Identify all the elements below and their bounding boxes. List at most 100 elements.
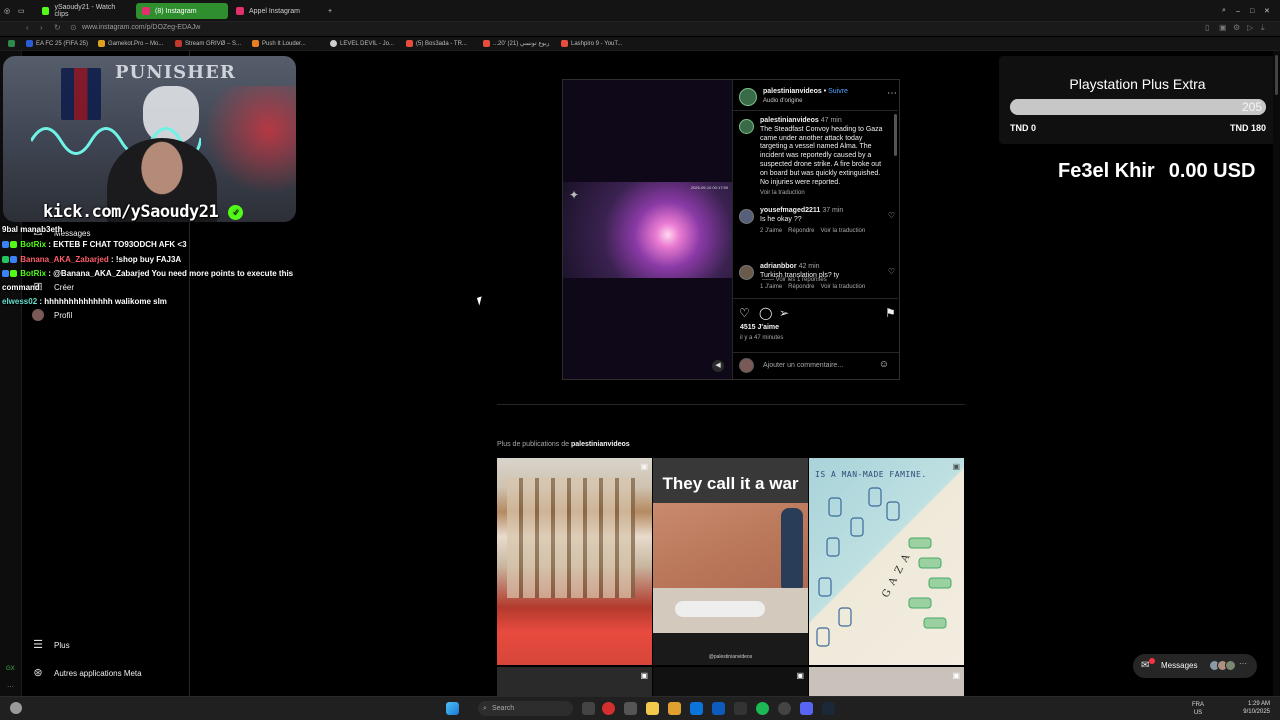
discord-icon[interactable] bbox=[800, 702, 813, 715]
bookmark-item[interactable]: Lashpiro 9 - YouT... bbox=[561, 40, 622, 47]
chat-line: BotRix : @Banana_AKA_Zabarjed You need m… bbox=[2, 269, 293, 278]
comments-list[interactable]: palestinianvideos 47 min The Steadfast Co… bbox=[733, 110, 898, 299]
boats-illustration bbox=[816, 487, 952, 647]
maximize-icon[interactable]: □ bbox=[1250, 3, 1260, 19]
chat-line: elwess02 : hhhhhhhhhhhhhh walikome slm bbox=[2, 297, 167, 306]
save-icon[interactable]: ⚑ bbox=[885, 306, 896, 320]
folder-icon[interactable] bbox=[668, 702, 681, 715]
chat-line: BotRix : EKTEB F CHAT TO93ODCH AFK <3 bbox=[2, 240, 187, 249]
windows-start-icon[interactable] bbox=[446, 702, 459, 715]
comment-input[interactable]: Ajouter un commentaire... bbox=[763, 362, 843, 369]
bookmark-icon[interactable]: ▯ bbox=[1205, 23, 1209, 32]
bookmark-item[interactable]: ...20' ربوع تونسي (21) bbox=[483, 40, 550, 47]
post-side-panel: palestinianvideos • Suivre Audio d'origi… bbox=[732, 80, 899, 379]
widgets-icon[interactable] bbox=[10, 702, 22, 714]
follow-button[interactable]: Suivre bbox=[828, 88, 848, 95]
forward-icon[interactable]: › bbox=[40, 23, 43, 32]
post-video[interactable]: 2025-09-10 00:17:59 ✦ bbox=[563, 80, 732, 379]
more-icon[interactable]: ⋯ bbox=[7, 683, 14, 691]
avatar[interactable] bbox=[739, 265, 754, 280]
translate-link[interactable]: Voir la traduction bbox=[760, 190, 805, 196]
goal-min-label: TND 0 bbox=[1010, 123, 1037, 133]
app-icon[interactable] bbox=[778, 702, 791, 715]
like-comment-icon[interactable]: ♡ bbox=[888, 267, 895, 277]
download-icon[interactable]: ⤓ bbox=[1261, 23, 1265, 33]
task-view-icon[interactable] bbox=[582, 702, 595, 715]
system-clock[interactable]: 1:29 AM 9/10/2025 bbox=[1243, 700, 1270, 716]
post-thumbnail[interactable]: ▣ bbox=[653, 667, 808, 696]
meta-apps-icon: ⊛ bbox=[33, 667, 43, 679]
reload-icon[interactable]: ↻ bbox=[54, 23, 61, 32]
share-icon[interactable]: ➢ bbox=[779, 306, 789, 320]
new-tab-button[interactable]: + bbox=[326, 3, 338, 19]
tab-kick[interactable]: ySaoudy21 - Watch clips bbox=[36, 3, 132, 19]
avatar[interactable] bbox=[739, 88, 757, 106]
post-thumbnail[interactable]: They call it a war @palestinianvideos bbox=[653, 458, 808, 665]
gx-icon[interactable]: GX bbox=[6, 666, 15, 672]
tab-instagram-call[interactable]: Appel Instagram bbox=[230, 3, 322, 19]
donor-amount: 0.00 USD bbox=[1168, 160, 1256, 182]
extensions-icon[interactable]: ▣ bbox=[1219, 23, 1227, 32]
post-thumbnail[interactable]: ▣ bbox=[497, 667, 652, 696]
heart-icon[interactable]: ♡ bbox=[739, 306, 750, 320]
chat-line: 9bal manab3eth bbox=[2, 225, 63, 234]
settings-app-icon[interactable] bbox=[624, 702, 637, 715]
comment-icon[interactable]: ◯ bbox=[759, 306, 772, 320]
scrollbar[interactable] bbox=[894, 114, 897, 156]
page-scrollbar[interactable] bbox=[1273, 51, 1280, 696]
likes-count[interactable]: 4515 J'aime bbox=[740, 324, 779, 331]
browser-menu-icon[interactable]: ◎ bbox=[4, 3, 14, 19]
language-indicator[interactable]: FRA US bbox=[1192, 701, 1204, 717]
site-info-icon[interactable]: ⊙ bbox=[70, 23, 77, 32]
post-thumbnail[interactable]: ▣ bbox=[809, 667, 964, 696]
app-icon[interactable] bbox=[734, 702, 747, 715]
reel-icon: ▣ bbox=[952, 462, 960, 471]
goal-max-label: TND 180 bbox=[1229, 123, 1266, 133]
bot-badge-icon bbox=[2, 241, 9, 248]
search-icon[interactable]: ⌕ bbox=[1222, 3, 1232, 19]
sidebar-item-profile[interactable]: Profil bbox=[32, 309, 72, 321]
bookmark-item[interactable]: EA FC 25 (FIFA 25) bbox=[26, 40, 88, 47]
post-actions: ♡ ◯ ➢ ⚑ bbox=[739, 306, 897, 320]
steam-icon[interactable] bbox=[822, 702, 835, 715]
opera-gx-icon[interactable] bbox=[602, 702, 615, 715]
minimize-icon[interactable]: – bbox=[1236, 3, 1246, 19]
post-thumbnail[interactable]: IS A MAN-MADE FAMINE. GAZA ▣ bbox=[809, 458, 964, 665]
bookmark-item[interactable]: Stream GRIVØ – S... bbox=[175, 40, 241, 47]
more-options-icon[interactable]: ⋯ bbox=[887, 88, 897, 99]
outlook-icon[interactable] bbox=[712, 702, 725, 715]
bookmark-item[interactable]: LEVEL DEVIL - Jo... bbox=[330, 40, 394, 47]
instagram-icon bbox=[236, 7, 244, 15]
verified-badge-icon bbox=[10, 270, 17, 277]
spotify-icon[interactable] bbox=[756, 702, 769, 715]
bookmark-extension-icon[interactable] bbox=[8, 40, 15, 47]
post-age: il y a 47 minutes bbox=[740, 335, 784, 341]
bookmark-item[interactable]: Push It Louder... bbox=[252, 40, 306, 47]
avatar[interactable] bbox=[739, 119, 754, 134]
mute-icon[interactable]: ◀ bbox=[712, 360, 724, 372]
taskbar-search[interactable]: ⌕ Search bbox=[478, 701, 573, 716]
audio-label[interactable]: Audio d'origine bbox=[763, 98, 803, 104]
close-icon[interactable]: ✕ bbox=[1264, 3, 1274, 19]
post-username[interactable]: palestinianvideos • Suivre bbox=[763, 88, 848, 95]
bookmark-item[interactable]: Gamekot.Pro – Mo... bbox=[98, 40, 163, 47]
messages-pill[interactable]: ✉ Messages ⋯ bbox=[1133, 654, 1257, 678]
hamburger-icon: ☰ bbox=[33, 639, 43, 651]
sidebar-item-meta-apps[interactable]: ⊛ Autres applications Meta bbox=[32, 667, 141, 679]
post-thumbnail[interactable]: ▣ bbox=[497, 458, 652, 665]
url-field[interactable]: www.instagram.com/p/DOZeg-EDAJw bbox=[82, 24, 200, 31]
bookmark-item[interactable]: (5) Bos3ada - TR... bbox=[406, 40, 467, 47]
back-icon[interactable]: ‹ bbox=[26, 23, 29, 32]
play-icon[interactable]: ▷ bbox=[1247, 23, 1253, 32]
sidebar-item-more[interactable]: ☰ Plus bbox=[32, 639, 70, 651]
sidebar-toggle-icon[interactable]: ▭ bbox=[18, 3, 28, 19]
avatar[interactable] bbox=[739, 209, 754, 224]
tab-instagram[interactable]: (8) Instagram bbox=[136, 3, 228, 19]
like-comment-icon[interactable]: ♡ bbox=[888, 211, 895, 221]
file-explorer-icon[interactable] bbox=[646, 702, 659, 715]
store-icon[interactable] bbox=[690, 702, 703, 715]
emoji-icon[interactable]: ☺ bbox=[879, 359, 889, 370]
kick-icon bbox=[42, 7, 50, 15]
settings-icon[interactable]: ⚙ bbox=[1233, 23, 1240, 32]
mouse-cursor bbox=[476, 296, 485, 306]
